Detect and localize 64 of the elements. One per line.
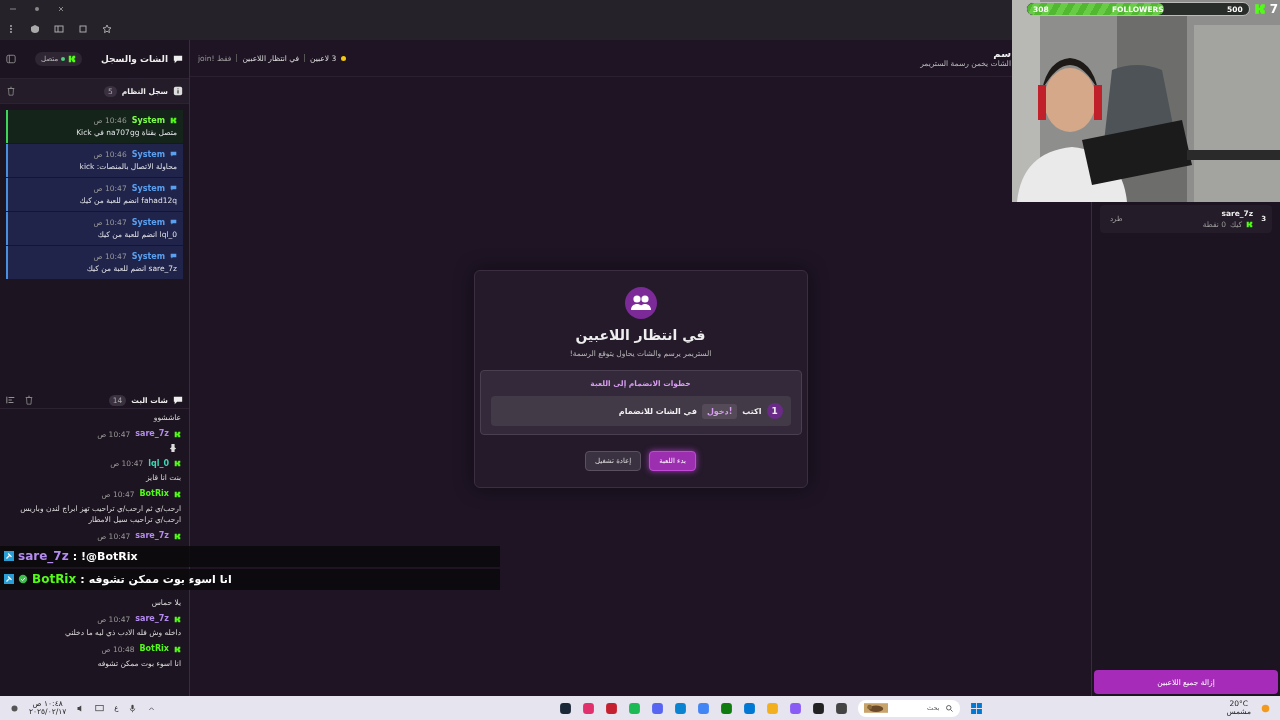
chat-icon <box>170 253 177 261</box>
author-name: System <box>130 251 166 263</box>
hammer-icon <box>4 574 14 585</box>
trash-icon[interactable] <box>24 395 34 405</box>
search-icon <box>945 703 955 713</box>
trash-icon[interactable] <box>6 86 16 96</box>
username: lql_0 <box>147 458 170 470</box>
app-icon[interactable] <box>10 703 19 713</box>
microphone-icon[interactable] <box>128 703 138 713</box>
username: BotRix <box>138 644 170 655</box>
chat-icon <box>170 219 177 227</box>
kick-logo-icon <box>174 646 181 654</box>
kick-count: 7 <box>1269 2 1278 16</box>
shield-icon[interactable] <box>30 24 40 34</box>
chat-icon <box>173 54 183 64</box>
star-icon[interactable] <box>102 24 112 34</box>
username: sare_7z <box>134 429 170 440</box>
taskbar-app-icon[interactable] <box>812 701 826 715</box>
taskbar-app-icon[interactable] <box>559 701 573 715</box>
step-number: 1 <box>766 403 783 419</box>
command-chip: !دخول <box>701 403 738 419</box>
kick-logo-icon <box>174 490 181 498</box>
kick-logo-icon <box>68 55 77 63</box>
emote-icon <box>169 442 177 453</box>
step-text: في الشات للانضمام <box>618 406 697 416</box>
chat-icon <box>170 185 177 193</box>
taskbar-app-icon[interactable] <box>835 701 849 715</box>
username: sare_7z <box>134 613 170 625</box>
hammer-icon <box>4 551 14 562</box>
monitor-icon[interactable] <box>95 703 105 713</box>
sidebar-icon[interactable] <box>54 24 64 34</box>
chat-icon <box>170 151 177 159</box>
card-title: في انتظار اللاعبين <box>575 327 706 343</box>
extensions-icon[interactable] <box>78 24 88 34</box>
status-dot-icon <box>341 55 347 61</box>
overlay-separator: : <box>72 549 78 563</box>
list-icon[interactable] <box>6 395 16 405</box>
users-icon <box>624 287 657 319</box>
overlay-separator: : <box>80 572 85 586</box>
author-name: System <box>130 115 166 127</box>
kick-logo-icon <box>174 460 181 468</box>
sidebar-title: الشات والسجل <box>101 54 168 64</box>
kick-logo-icon <box>174 532 181 540</box>
kick-logo-icon <box>174 430 181 438</box>
info-icon <box>173 86 183 96</box>
author-name: System <box>130 183 166 195</box>
kick-logo-icon <box>1246 221 1254 228</box>
author-name: System <box>130 149 166 161</box>
overlay-username: BotRix <box>32 572 77 587</box>
kick-logo-icon <box>1253 3 1266 15</box>
chat-icon <box>173 395 183 405</box>
overlay-username: sare_7z <box>18 549 69 564</box>
username: sare_7z <box>134 531 170 542</box>
step-text: اكتب <box>742 406 762 416</box>
overlay-message: !@BotRix <box>81 549 138 563</box>
kick-logo-icon <box>170 117 177 125</box>
windows-icon[interactable] <box>970 701 984 715</box>
author-name: System <box>130 217 166 229</box>
close-icon[interactable] <box>56 4 66 14</box>
username: BotRix <box>138 489 170 500</box>
kick-logo-icon <box>174 615 181 623</box>
panel-toggle-icon[interactable] <box>6 54 16 64</box>
overlay-message: انا اسوء بوت ممكن تشوفه <box>88 572 232 586</box>
game-title: سم <box>993 48 1011 59</box>
